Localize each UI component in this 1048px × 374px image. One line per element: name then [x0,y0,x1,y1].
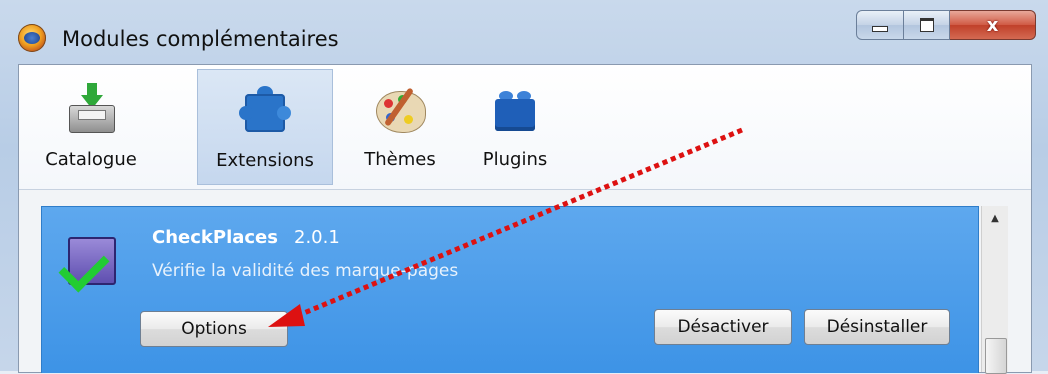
minimize-icon [872,26,888,32]
tab-label: Extensions [216,150,314,171]
window-title: Modules complémentaires [62,27,339,51]
puzzle-piece-icon [239,84,291,136]
close-button[interactable]: x [950,10,1036,40]
maximize-icon [919,18,934,32]
tab-catalogue[interactable]: Catalogue [39,69,143,185]
close-icon: x [986,14,999,36]
tab-themes[interactable]: Thèmes [353,69,447,185]
maximize-button[interactable] [904,10,950,40]
extension-list: CheckPlaces 2.0.1 Vérifie la validité de… [19,190,1031,374]
scroll-thumb[interactable] [985,338,1007,374]
extension-description: Vérifie la validité des marque-pages [152,261,459,281]
addons-manager: Catalogue Extensions Thèmes Plugins Chec… [18,64,1032,374]
extension-name: CheckPlaces [152,227,278,248]
vertical-scrollbar[interactable]: ▲ [981,206,1008,374]
scroll-up-icon[interactable]: ▲ [982,206,1008,230]
tab-plugins[interactable]: Plugins [465,69,565,185]
window-frame: Modules complémentaires x Catalogue Exte… [0,0,1048,374]
tab-extensions[interactable]: Extensions [197,69,333,185]
tab-label: Plugins [482,149,548,170]
window-controls: x [856,10,1036,42]
disable-button[interactable]: Désactiver [654,309,792,345]
tab-label: Catalogue [45,149,137,170]
list-item-checkplaces[interactable]: CheckPlaces 2.0.1 Vérifie la validité de… [41,206,979,373]
category-toolbar: Catalogue Extensions Thèmes Plugins [19,65,1031,190]
options-button[interactable]: Options [140,311,288,347]
firefox-icon [18,24,46,52]
extension-check-icon [58,237,116,293]
download-tray-icon [65,83,117,135]
title-bar[interactable]: Modules complémentaires x [0,0,1048,60]
minimize-button[interactable] [856,10,904,40]
tab-label: Thèmes [364,149,436,170]
uninstall-button[interactable]: Désinstaller [804,309,950,345]
palette-icon [374,83,426,135]
lego-brick-icon [489,83,541,135]
extension-version: 2.0.1 [294,227,340,248]
